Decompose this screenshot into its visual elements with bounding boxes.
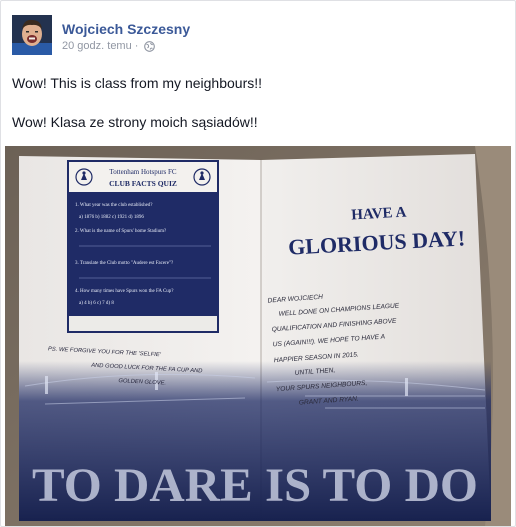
quiz-question-3: 3. Translate the Club motto "Audere est … bbox=[75, 261, 174, 266]
meta-separator: · bbox=[134, 40, 139, 52]
post-header: Wojciech Szczesny 20 godz. temu · bbox=[12, 15, 492, 57]
post-photo[interactable]: Tottenham Hotspurs FC CLUB FACTS QUIZ 1.… bbox=[5, 146, 511, 526]
quiz-question-4-options: a) 4 b) 6 c) 7 d) 8 bbox=[79, 301, 114, 306]
facebook-post: Wojciech Szczesny 20 godz. temu · Wow! T… bbox=[0, 0, 516, 527]
quiz-title: CLUB FACTS QUIZ bbox=[109, 179, 177, 188]
author-name[interactable]: Wojciech Szczesny bbox=[62, 21, 190, 37]
quiz-club-name: Tottenham Hotspurs FC bbox=[109, 168, 177, 176]
post-message-polish: Wow! Klasa ze strony moich sąsiadów!! bbox=[12, 114, 258, 130]
quiz-question-1: 1. What year was the club established? bbox=[75, 203, 153, 208]
card-motto: TO DARE IS TO DO bbox=[32, 459, 478, 512]
quiz-question-1-options: a) 1876 b) 1882 c) 1921 d) 1896 bbox=[79, 215, 144, 220]
globe-icon[interactable] bbox=[144, 40, 156, 52]
greeting-line-1: HAVE A bbox=[351, 205, 407, 224]
quiz-question-2: 2. What is the name of Spurs' home Stadi… bbox=[75, 229, 167, 234]
author-avatar[interactable] bbox=[12, 15, 52, 55]
quiz-footer-strip bbox=[69, 316, 217, 331]
post-meta: 20 godz. temu · bbox=[62, 40, 156, 52]
post-timestamp[interactable]: 20 godz. temu bbox=[62, 40, 132, 52]
post-message-english: Wow! This is class from my neighbours!! bbox=[12, 75, 263, 91]
quiz-question-4: 4. How many times have Spurs won the FA … bbox=[75, 289, 174, 294]
